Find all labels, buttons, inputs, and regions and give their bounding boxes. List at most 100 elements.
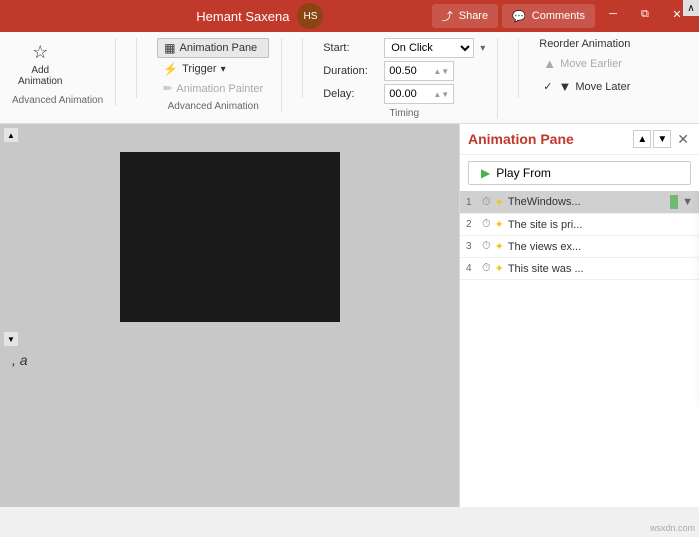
anim-star-3: ✦ — [495, 240, 504, 253]
move-later-arrow: ▼ — [558, 79, 571, 94]
play-from-icon: ▶ — [481, 166, 490, 180]
ribbon-small-group: ▦ Animation Pane ⚡ Trigger ▾ ✏ Animation… — [157, 38, 269, 97]
animation-pane-button[interactable]: ▦ Animation Pane — [157, 38, 269, 58]
scroll-down-button[interactable]: ▼ — [653, 130, 671, 148]
duration-row: Duration: 00.50 ▲▼ — [323, 61, 485, 81]
reorder-controls: Reorder Animation ▲ Move Earlier ▼ Move … — [539, 38, 634, 96]
anim-clock-4: ⏱ — [482, 262, 491, 275]
anim-num-1: 1 — [466, 197, 478, 208]
timing-controls: Start: On Click With Previous After Prev… — [323, 38, 485, 104]
share-icon: ⤴ — [442, 8, 453, 24]
start-row: Start: On Click With Previous After Prev… — [323, 38, 485, 58]
anim-num-2: 2 — [466, 219, 478, 230]
move-earlier-arrow: ▲ — [543, 56, 556, 71]
animation-pane: Animation Pane ▲ ▼ ✕ ▶ Play From 1 ⏱ ✦ T… — [459, 124, 699, 507]
animation-pane-label: Animation Pane — [180, 42, 258, 54]
delay-row: Delay: 00.00 ▲▼ — [323, 84, 485, 104]
anim-text-1: TheWindows... — [508, 196, 664, 208]
restore-button[interactable]: ⧉ — [631, 4, 659, 24]
anim-text-4: This site was ... — [508, 263, 693, 275]
anim-item-3[interactable]: 3 ⏱ ✦ The views ex... — [460, 236, 699, 258]
trigger-label: Trigger — [182, 63, 216, 75]
reorder-group: Reorder Animation ▲ Move Earlier ▼ Move … — [539, 38, 646, 96]
anim-clock-1: ⏱ — [482, 196, 491, 209]
timing-group: Start: On Click With Previous After Prev… — [323, 38, 498, 119]
duration-label: Duration: — [323, 65, 378, 77]
anim-star-1: ✦ — [495, 196, 504, 209]
comments-button[interactable]: 💬 Comments — [502, 4, 595, 28]
animation-list: 1 ⏱ ✦ TheWindows... ▼ ⊞ Start On Click S… — [460, 191, 699, 507]
scroll-up-button[interactable]: ▲ — [633, 130, 651, 148]
watermark: wsxdn.com — [650, 523, 695, 533]
anim-item-1[interactable]: 1 ⏱ ✦ TheWindows... ▼ ⊞ Start On Click S… — [460, 191, 699, 214]
animation-painter-button[interactable]: ✏ Animation Painter — [157, 80, 269, 97]
trigger-button[interactable]: ⚡ Trigger ▾ — [157, 60, 269, 78]
delay-input[interactable]: 00.00 ▲▼ — [384, 84, 454, 104]
slide-nav-down[interactable]: ▼ — [4, 332, 18, 346]
anim-text-2: The site is pri... — [508, 219, 693, 231]
play-from-button[interactable]: ▶ Play From — [468, 161, 691, 185]
anim-star-2: ✦ — [495, 218, 504, 231]
animation-painter-label: Animation Painter — [176, 83, 263, 95]
move-earlier-label: Move Earlier — [560, 58, 622, 70]
advanced-animation-label: Advanced Animation — [12, 95, 103, 106]
pane-title: Animation Pane — [468, 131, 574, 147]
pane-header: Animation Pane ▲ ▼ ✕ — [460, 124, 699, 155]
slide-thumbnail — [120, 152, 340, 322]
share-button[interactable]: ⤴ Share — [432, 4, 498, 28]
duration-spinner[interactable]: ▲▼ — [433, 67, 449, 76]
anim-item-2[interactable]: 2 ⏱ ✦ The site is pri... — [460, 214, 699, 236]
move-earlier-button[interactable]: ▲ Move Earlier — [539, 54, 634, 73]
titlebar-controls: ⤴ Share 💬 Comments ─ ⧉ ✕ — [432, 4, 691, 28]
add-animation-button[interactable]: ☆ AddAnimation — [12, 38, 68, 91]
anim-item-4[interactable]: 4 ⏱ ✦ This site was ... — [460, 258, 699, 280]
anim-clock-2: ⏱ — [482, 218, 491, 231]
add-animation-group: ☆ AddAnimation Advanced Animation — [12, 38, 116, 106]
move-later-label: Move Later — [575, 81, 630, 93]
start-label: Start: — [323, 42, 378, 54]
ribbon-collapse-button[interactable]: ∧ — [683, 0, 699, 16]
ribbon: ☆ AddAnimation Advanced Animation ▦ Anim… — [0, 32, 699, 124]
anim-dropdown-1[interactable]: ▼ — [682, 196, 693, 208]
share-label: Share — [459, 10, 488, 22]
pane-close-button[interactable]: ✕ — [675, 131, 691, 148]
anim-clock-3: ⏱ — [482, 240, 491, 253]
sep2 — [302, 38, 303, 98]
animation-painter-icon: ✏ — [163, 82, 172, 95]
slide-area: ▲ ▼ , a — [0, 124, 459, 507]
play-from-label: Play From — [496, 166, 551, 180]
start-arrow: ▾ — [480, 43, 485, 54]
move-later-button[interactable]: ▼ Move Later — [539, 77, 634, 96]
anim-num-3: 3 — [466, 241, 478, 252]
duration-value: 00.50 — [389, 65, 417, 77]
timing-label2: Timing — [389, 108, 419, 119]
titlebar: Hemant Saxena HS ⤴ Share 💬 Comments ─ ⧉ … — [0, 0, 699, 32]
start-select[interactable]: On Click With Previous After Previous — [384, 38, 474, 58]
trigger-icon: ⚡ — [163, 62, 178, 76]
minimize-button[interactable]: ─ — [599, 4, 627, 24]
sep3 — [518, 38, 519, 98]
delay-label: Delay: — [323, 88, 378, 100]
slide-bottom-text: , a — [4, 348, 455, 372]
slide-nav-up[interactable]: ▲ — [4, 128, 18, 142]
animation-pane-group: ▦ Animation Pane ⚡ Trigger ▾ ✏ Animation… — [157, 38, 282, 112]
duration-input[interactable]: 00.50 ▲▼ — [384, 61, 454, 81]
comments-label: Comments — [532, 10, 585, 22]
user-avatar: HS — [297, 3, 323, 29]
trigger-arrow: ▾ — [221, 64, 226, 75]
anim-bar-1 — [670, 195, 678, 209]
reorder-title: Reorder Animation — [539, 38, 634, 50]
sep1 — [136, 38, 137, 98]
scroll-buttons: ▲ ▼ — [633, 130, 671, 148]
titlebar-center: Hemant Saxena HS — [196, 3, 323, 29]
animation-pane-icon: ▦ — [164, 41, 175, 55]
comments-icon: 💬 — [512, 10, 526, 23]
pane-header-controls: ▲ ▼ ✕ — [633, 130, 691, 148]
add-animation-label: AddAnimation — [18, 65, 62, 87]
advanced-animation-label2: Advanced Animation — [168, 101, 259, 112]
anim-star-4: ✦ — [495, 262, 504, 275]
title-text: Hemant Saxena — [196, 9, 289, 24]
delay-value: 00.00 — [389, 88, 417, 100]
delay-spinner[interactable]: ▲▼ — [433, 90, 449, 99]
anim-num-4: 4 — [466, 263, 478, 274]
